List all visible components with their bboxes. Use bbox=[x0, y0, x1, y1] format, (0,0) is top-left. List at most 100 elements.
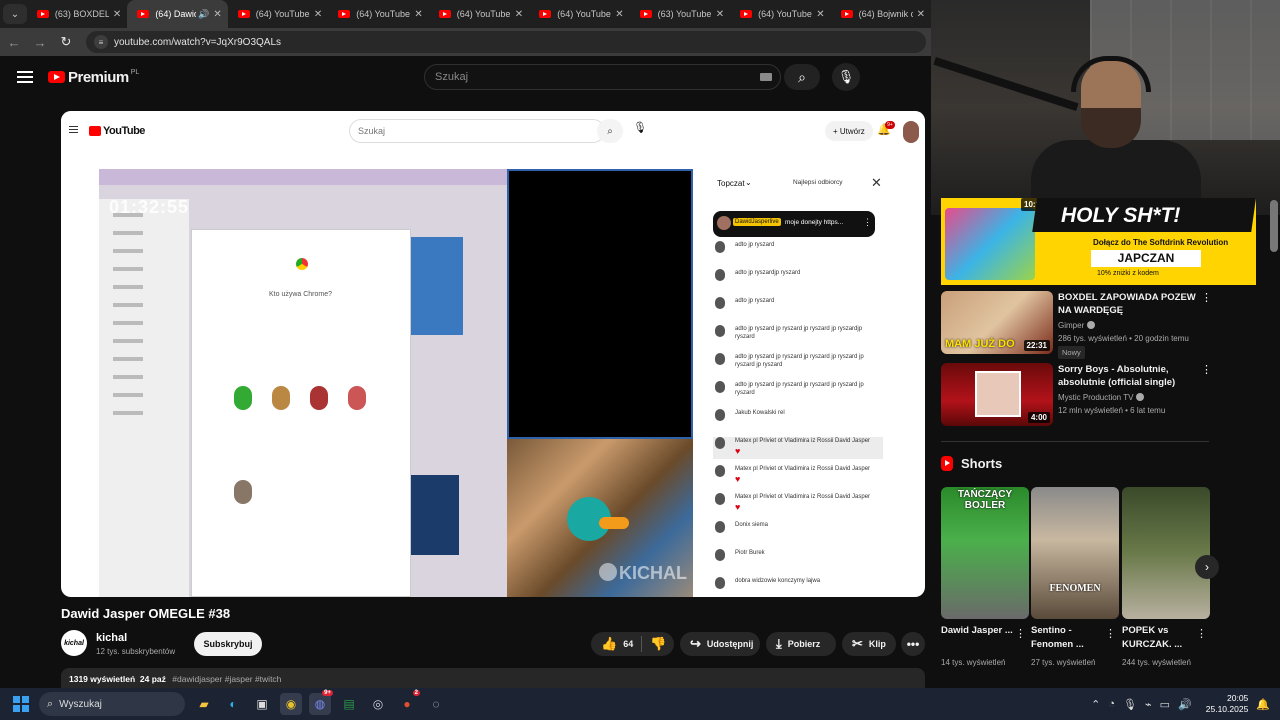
back-arrow-icon[interactable]: ← bbox=[2, 35, 26, 50]
notification-bell-icon[interactable]: 🔔 bbox=[1256, 698, 1270, 711]
file-explorer-icon[interactable]: ▰ bbox=[193, 693, 215, 715]
recommendation-channel[interactable]: Mystic Production TV bbox=[1058, 393, 1145, 402]
shorts-next-button[interactable]: › bbox=[1195, 555, 1219, 579]
tray-app-icon[interactable]: ◔ bbox=[1108, 698, 1115, 710]
more-options-icon[interactable]: ⋮ bbox=[1196, 627, 1207, 640]
dislike-button[interactable]: 👎 bbox=[650, 636, 666, 652]
short-title[interactable]: POPEK vs KURCZAK. ... bbox=[1122, 624, 1194, 652]
excel-icon[interactable]: ▤ bbox=[338, 693, 360, 715]
discord-icon[interactable]: ◍ 9+ bbox=[309, 690, 333, 715]
hashtags[interactable]: #dawidjasper #jasper #twitch bbox=[172, 674, 281, 684]
video-thumbnail[interactable]: 4:00 bbox=[941, 363, 1053, 426]
inner-chat-message: adto jp ryszard jp ryszard jp ryszard jp… bbox=[713, 353, 883, 375]
browser-tab[interactable]: (63) BOXDEL Z✕ bbox=[27, 0, 127, 28]
edge-icon[interactable]: ◐ bbox=[222, 693, 244, 715]
short-item[interactable]: TAŃCZĄCY BOJLER Dawid Jasper ... 14 tys.… bbox=[941, 487, 1029, 667]
shorts-logo-icon bbox=[941, 456, 953, 471]
windows-start-icon[interactable] bbox=[13, 696, 29, 712]
taskbar-search[interactable]: ⌕ Wyszukaj bbox=[39, 692, 185, 716]
browser-tab[interactable]: (64) Bojwnik c ✕ bbox=[831, 0, 931, 28]
tab-close-icon[interactable]: ✕ bbox=[314, 9, 322, 20]
tab-close-icon[interactable]: ✕ bbox=[414, 9, 422, 20]
short-thumbnail[interactable]: FENOMEN bbox=[1031, 487, 1119, 619]
browser-tab[interactable]: (63) YouTube ✕ bbox=[630, 0, 730, 28]
browser-tab[interactable]: (64) YouTube ✕ bbox=[730, 0, 830, 28]
more-options-icon[interactable]: ⋮ bbox=[1015, 627, 1026, 640]
share-button[interactable]: ↪ Udostępnij bbox=[680, 632, 760, 656]
system-clock[interactable]: 20:05 25.10.2025 bbox=[1206, 693, 1249, 715]
chrome-icon[interactable]: ◉ bbox=[280, 693, 302, 715]
subscriber-count: 12 tys. subskrybentów bbox=[96, 647, 176, 656]
browser-tab[interactable]: (64) YouTube ✕ bbox=[429, 0, 529, 28]
video-thumbnail[interactable]: MAM JUŻ DO 22:31 bbox=[941, 291, 1053, 354]
tab-search-menu[interactable]: ⌄ bbox=[3, 4, 27, 24]
clip-button[interactable]: ✂ Klip bbox=[842, 632, 896, 656]
like-button[interactable]: 👍 bbox=[601, 636, 617, 652]
inner-browser-tabs bbox=[99, 169, 507, 185]
tab-close-icon[interactable]: ✕ bbox=[113, 9, 121, 20]
inner-chat-message: Donix siema bbox=[713, 521, 883, 543]
search-input[interactable]: Szukaj bbox=[424, 64, 781, 90]
tab-close-icon[interactable]: ✕ bbox=[816, 9, 824, 20]
short-title[interactable]: Dawid Jasper ... bbox=[941, 624, 1013, 638]
browser-tab-active[interactable]: (64) Dawid 🔊 ✕ bbox=[127, 0, 228, 28]
chat-message-text: adto jp ryszardjp ryszard bbox=[735, 270, 801, 276]
short-item[interactable]: FENOMEN Sentino - Fenomen ... 27 tys. wy… bbox=[1031, 487, 1119, 667]
store-icon[interactable]: ▣ bbox=[251, 693, 273, 715]
short-thumbnail[interactable]: TAŃCZĄCY BOJLER bbox=[941, 487, 1029, 619]
site-info-icon[interactable]: ≡ bbox=[94, 35, 108, 49]
download-button[interactable]: ⤓ Pobierz bbox=[766, 632, 836, 656]
short-thumbnail[interactable] bbox=[1122, 487, 1210, 619]
tray-mic-icon[interactable]: 🎙 bbox=[1123, 698, 1137, 711]
tray-chevron-icon[interactable]: ⌃ bbox=[1091, 698, 1100, 711]
short-item[interactable]: POPEK vs KURCZAK. ... 244 tys. wyświetle… bbox=[1122, 487, 1210, 667]
browser-tab[interactable]: (64) YouTube ✕ bbox=[529, 0, 629, 28]
app-icon[interactable]: ● 2 bbox=[396, 690, 420, 715]
inner-search-icon: ⌕ bbox=[597, 119, 623, 143]
obs-icon[interactable]: ◌ bbox=[425, 693, 447, 715]
video-player[interactable]: YouTube Szukaj ⌕ 🎙 + Utwórz 🔔 9+ Kto uży… bbox=[61, 111, 925, 597]
chat-avatar bbox=[715, 465, 725, 477]
chat-message-text: adto jp ryszard jp ryszard jp ryszard jp… bbox=[735, 354, 864, 368]
chat-message-text: adto jp ryszard bbox=[735, 298, 775, 304]
tab-close-icon[interactable]: ✕ bbox=[917, 9, 925, 20]
page-scrollbar[interactable] bbox=[1270, 200, 1278, 252]
youtube-premium-logo[interactable]: Premium PL bbox=[48, 69, 139, 86]
search-icon: ⌕ bbox=[47, 697, 54, 710]
heart-icon: ♥ bbox=[735, 474, 741, 484]
tray-network-icon[interactable]: ▭ bbox=[1160, 698, 1170, 711]
recommendation-channel[interactable]: Gimper bbox=[1058, 321, 1096, 330]
channel-avatar[interactable]: kichal bbox=[61, 630, 87, 656]
more-options-icon[interactable]: ⋮ bbox=[1105, 627, 1116, 640]
more-actions-button[interactable]: ••• bbox=[901, 632, 925, 656]
url-input[interactable]: ≡ youtube.com/watch?v=JqXr9O3QALs bbox=[86, 31, 926, 53]
browser-tab[interactable]: (64) YouTube ✕ bbox=[328, 0, 428, 28]
tab-close-icon[interactable]: ✕ bbox=[515, 9, 523, 20]
description-box[interactable]: 1319 wyświetleń 24 paź #dawidjasper #jas… bbox=[61, 668, 925, 688]
ad-banner[interactable]: 10:10 HOLY SH*T! Dołącz do The Softdrink… bbox=[941, 198, 1256, 285]
more-options-icon[interactable]: ⋮ bbox=[1201, 363, 1212, 376]
upload-date: 24 paź bbox=[139, 674, 166, 684]
forward-arrow-icon[interactable]: → bbox=[28, 35, 52, 50]
tab-close-icon[interactable]: ✕ bbox=[716, 9, 724, 20]
browser-tab[interactable]: (64) YouTube ✕ bbox=[228, 0, 328, 28]
reload-icon[interactable]: ↻ bbox=[54, 34, 78, 50]
audio-playing-icon[interactable]: 🔊 bbox=[198, 9, 209, 20]
tray-usb-icon[interactable]: ⌁ bbox=[1145, 698, 1152, 711]
steam-icon[interactable]: ◎ bbox=[367, 693, 389, 715]
tab-close-icon[interactable]: ✕ bbox=[213, 9, 221, 20]
short-views: 27 tys. wyświetleń bbox=[1031, 658, 1096, 667]
recommendation-title[interactable]: BOXDEL ZAPOWIADA POZEW NA WARDĘGĘ bbox=[1058, 291, 1198, 317]
tray-volume-icon[interactable]: 🔊 bbox=[1178, 698, 1192, 711]
tab-close-icon[interactable]: ✕ bbox=[615, 9, 623, 20]
short-title[interactable]: Sentino - Fenomen ... bbox=[1031, 624, 1103, 652]
recommendation-title[interactable]: Sorry Boys - Absolutnie, absolutnie (off… bbox=[1058, 363, 1198, 389]
like-count[interactable]: 64 bbox=[623, 639, 633, 649]
subscribe-button[interactable]: Subskrybuj bbox=[194, 632, 262, 656]
more-options-icon[interactable]: ⋮ bbox=[1201, 291, 1212, 304]
channel-name[interactable]: kichal bbox=[96, 632, 127, 644]
hamburger-menu-icon[interactable] bbox=[17, 71, 33, 83]
keyboard-icon[interactable] bbox=[760, 73, 772, 81]
search-button[interactable]: ⌕ bbox=[784, 64, 820, 90]
voice-search-button[interactable]: 🎙 bbox=[832, 63, 860, 91]
